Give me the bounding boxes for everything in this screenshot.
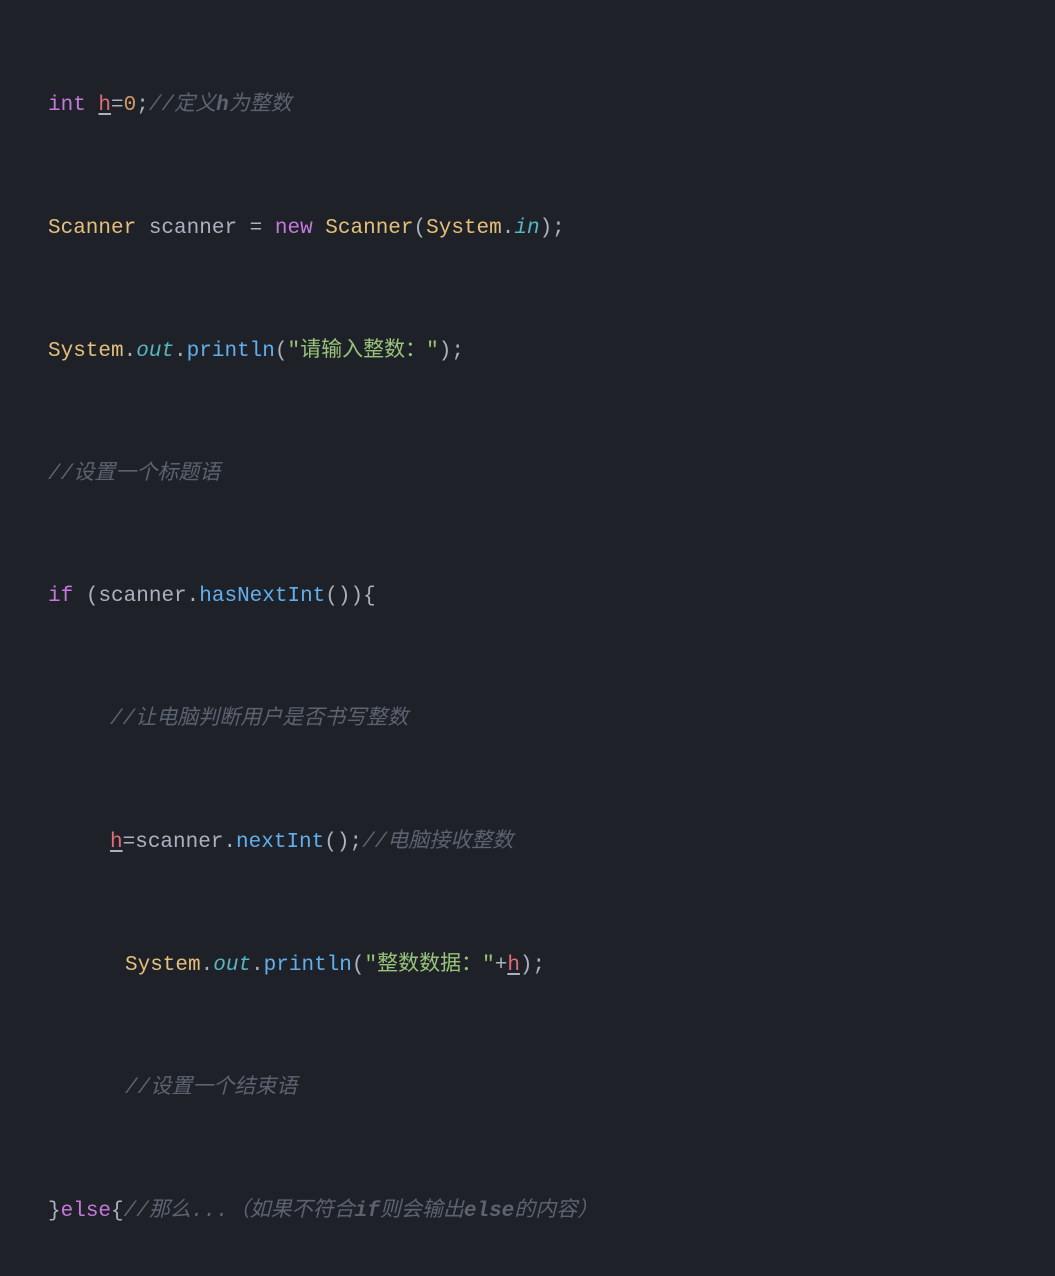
code-line: h=scanner.nextInt();//电脑接收整数 — [0, 823, 1055, 864]
property-in: in — [514, 209, 539, 250]
class-scanner: Scanner — [48, 209, 136, 250]
string-literal: "整数数据：" — [364, 946, 494, 987]
code-line: System.out.println("整数数据："+h); — [0, 946, 1055, 987]
variable-h: h — [110, 823, 123, 864]
comment: //定义h为整数 — [149, 86, 292, 127]
code-line: Scanner scanner = new Scanner(System.in)… — [0, 209, 1055, 250]
function-hasnextint: hasNextInt — [199, 577, 325, 618]
code-line: //让电脑判断用户是否书写整数 — [0, 700, 1055, 741]
keyword-int: int — [48, 86, 86, 127]
comment: //设置一个结束语 — [125, 1069, 297, 1110]
comment: //电脑接收整数 — [362, 823, 513, 864]
number-literal: 0 — [124, 86, 137, 127]
comment: //设置一个标题语 — [48, 455, 220, 496]
code-line: //设置一个标题语 — [0, 455, 1055, 496]
comment: //让电脑判断用户是否书写整数 — [110, 700, 408, 741]
code-line: }else{//那么...（如果不符合if则会输出else的内容） — [0, 1192, 1055, 1233]
code-line: //设置一个结束语 — [0, 1069, 1055, 1110]
variable-h: h — [98, 86, 111, 127]
code-line: System.out.println("请输入整数："); — [0, 332, 1055, 373]
string-literal: "请输入整数：" — [287, 332, 438, 373]
keyword-new: new — [275, 209, 313, 250]
keyword-if: if — [48, 577, 73, 618]
property-out: out — [136, 332, 174, 373]
code-editor[interactable]: int h=0;//定义h为整数 Scanner scanner = new S… — [0, 0, 1055, 1276]
comment: //那么...（如果不符合if则会输出else的内容） — [124, 1192, 599, 1233]
function-println: println — [187, 332, 275, 373]
code-line: if (scanner.hasNextInt()){ — [0, 577, 1055, 618]
variable-scanner: scanner — [149, 209, 237, 250]
function-nextint: nextInt — [236, 823, 324, 864]
keyword-else: else — [61, 1192, 111, 1233]
code-line: int h=0;//定义h为整数 — [0, 86, 1055, 127]
